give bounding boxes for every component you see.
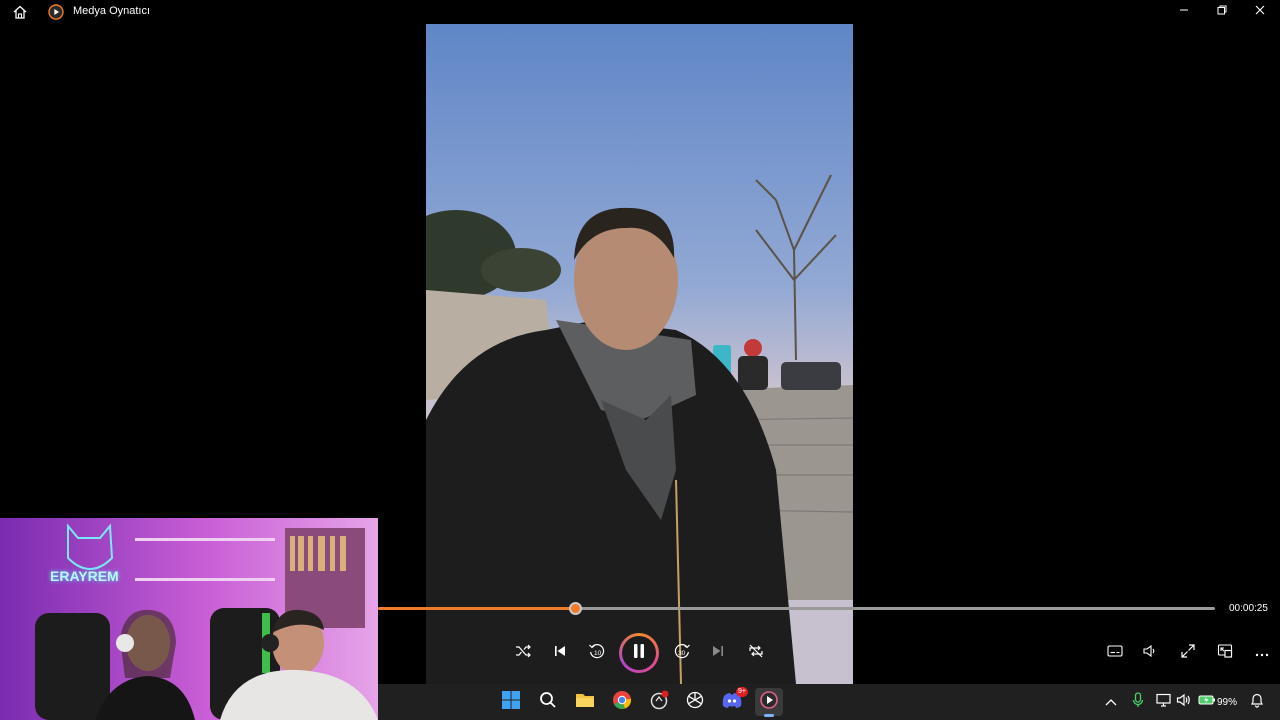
fullscreen-icon bbox=[1180, 643, 1196, 664]
battery-charging-icon bbox=[1198, 693, 1216, 711]
seek-thumb[interactable] bbox=[569, 602, 582, 615]
skip-back-10-button[interactable]: 10 bbox=[582, 638, 612, 668]
tray-battery[interactable] bbox=[1197, 692, 1217, 712]
home-icon[interactable] bbox=[12, 4, 28, 20]
active-app-indicator bbox=[764, 714, 774, 717]
search-icon bbox=[539, 691, 557, 714]
repeat-button[interactable] bbox=[741, 638, 771, 668]
previous-icon bbox=[553, 644, 567, 663]
taskbar-search[interactable] bbox=[534, 688, 562, 716]
battery-percentage: 99% bbox=[1217, 697, 1238, 708]
chevron-up-icon bbox=[1105, 693, 1117, 711]
video-frame[interactable] bbox=[426, 0, 853, 684]
taskbar-chrome[interactable] bbox=[608, 688, 636, 716]
media-player-taskbar-icon bbox=[759, 690, 779, 715]
seek-progress bbox=[378, 607, 575, 610]
tray-volume[interactable] bbox=[1174, 692, 1194, 712]
app-with-notification-icon bbox=[649, 690, 669, 715]
more-options-button[interactable] bbox=[1247, 638, 1277, 668]
captions-button[interactable] bbox=[1100, 638, 1130, 668]
windows-start-icon bbox=[501, 690, 521, 715]
tray-microphone[interactable] bbox=[1128, 691, 1148, 713]
skip-forward-30-button[interactable]: 30 bbox=[667, 638, 697, 668]
svg-text:30: 30 bbox=[678, 650, 686, 657]
next-button[interactable] bbox=[703, 638, 733, 668]
close-icon bbox=[1254, 3, 1266, 21]
folder-icon bbox=[575, 691, 595, 714]
webcam-logo-text: ERAYREM bbox=[50, 568, 119, 584]
time-elapsed: 00:00:25 bbox=[1229, 603, 1268, 614]
chrome-icon bbox=[612, 690, 632, 715]
more-icon bbox=[1255, 644, 1269, 662]
minimize-icon bbox=[1178, 3, 1190, 21]
rewind-10-icon: 10 bbox=[588, 642, 606, 665]
tray-overflow-button[interactable] bbox=[1101, 692, 1121, 712]
taskbar-file-explorer[interactable] bbox=[571, 688, 599, 716]
network-icon bbox=[1156, 693, 1172, 712]
mini-player-button[interactable] bbox=[1210, 638, 1240, 668]
taskbar-app-red-dot[interactable] bbox=[645, 688, 673, 716]
fullscreen-button[interactable] bbox=[1173, 638, 1203, 668]
repeat-off-icon bbox=[748, 643, 764, 664]
speaker-icon bbox=[1176, 693, 1192, 712]
restore-button[interactable] bbox=[1204, 0, 1240, 24]
captions-icon bbox=[1107, 644, 1123, 663]
discord-badge: 9+ bbox=[736, 687, 748, 697]
pause-button[interactable] bbox=[619, 633, 659, 673]
restore-icon bbox=[1216, 3, 1228, 21]
taskbar-chatgpt[interactable] bbox=[681, 688, 709, 716]
taskbar-media-player[interactable] bbox=[755, 688, 783, 716]
shuffle-button[interactable] bbox=[508, 638, 538, 668]
mini-player-icon bbox=[1217, 643, 1233, 664]
tray-network[interactable] bbox=[1154, 692, 1174, 712]
title-bar: Medya Oynatıcı bbox=[0, 0, 1280, 24]
minimize-button[interactable] bbox=[1166, 0, 1202, 24]
chatgpt-icon bbox=[685, 690, 705, 715]
forward-30-icon: 30 bbox=[673, 642, 691, 665]
pause-button-inner bbox=[622, 636, 656, 670]
volume-button[interactable] bbox=[1135, 638, 1165, 668]
microphone-icon bbox=[1132, 691, 1144, 713]
svg-text:10: 10 bbox=[594, 650, 602, 657]
seek-bar[interactable] bbox=[378, 600, 1218, 616]
taskbar-start[interactable] bbox=[497, 688, 525, 716]
taskbar-discord[interactable]: 9+ bbox=[718, 687, 748, 716]
webcam-overlay: ERAYREM bbox=[0, 518, 378, 720]
previous-button[interactable] bbox=[545, 638, 575, 668]
window-title: Medya Oynatıcı bbox=[73, 5, 151, 17]
close-button[interactable] bbox=[1242, 0, 1278, 24]
pause-icon bbox=[632, 643, 646, 664]
tray-notifications[interactable] bbox=[1247, 692, 1267, 712]
next-icon bbox=[711, 644, 725, 663]
volume-icon bbox=[1142, 643, 1158, 664]
bell-icon bbox=[1250, 692, 1264, 713]
shuffle-icon bbox=[515, 643, 531, 664]
media-player-icon bbox=[48, 4, 64, 20]
